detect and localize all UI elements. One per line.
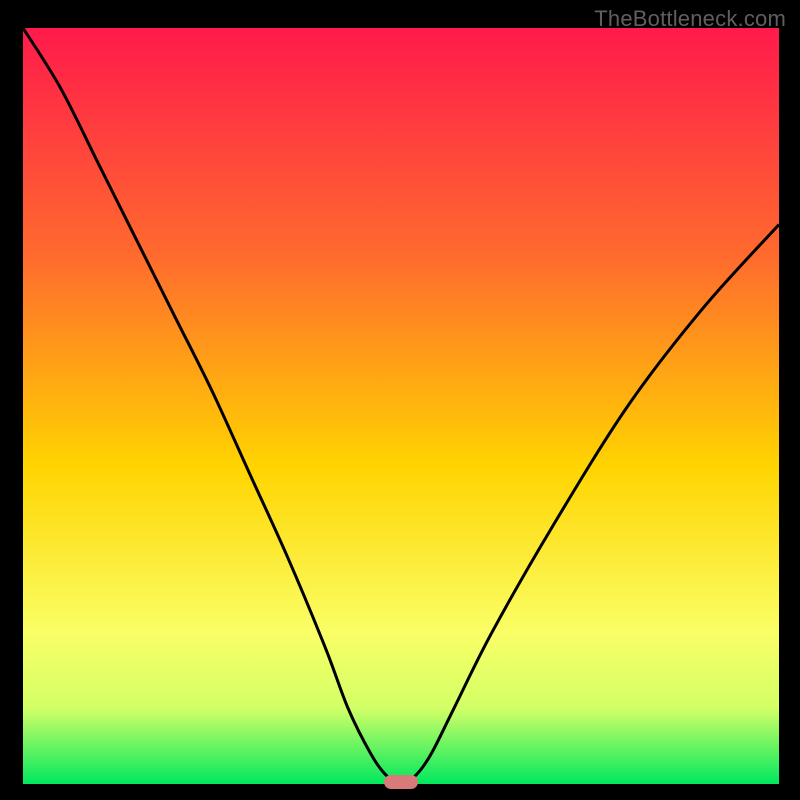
plot-svg <box>23 28 779 784</box>
chart-frame: TheBottleneck.com <box>0 0 800 800</box>
watermark-label: TheBottleneck.com <box>594 6 786 32</box>
gradient-background <box>23 28 779 784</box>
optimum-marker <box>384 775 418 789</box>
plot-area <box>23 28 779 784</box>
